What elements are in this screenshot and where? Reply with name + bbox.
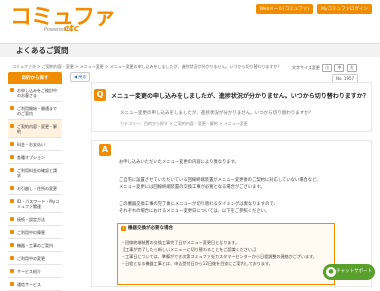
- bullet-icon: [10, 217, 14, 221]
- sidebar-item[interactable]: ご利用中の障害: [8, 226, 62, 239]
- sidebar-item[interactable]: ご利用開始・開通までのご案内: [8, 102, 62, 120]
- sidebar-title: 目的から探す: [8, 72, 62, 84]
- sidebar-item[interactable]: お申し込みをご検討中のお客さま: [8, 84, 62, 102]
- notice-line: 【工事が完了したら新しいメニューに切り替わることをご認識ください。】: [121, 247, 259, 252]
- bullet-icon: [10, 230, 14, 234]
- font-size-small-button[interactable]: 小: [322, 64, 333, 72]
- ctc-logo: ctc: [64, 24, 79, 34]
- sidebar-item[interactable]: サービス紹介: [8, 265, 62, 278]
- question-icon: Q: [94, 89, 106, 101]
- breadcrumb[interactable]: コミュファ光 > ご契約内容・変更 > メニュー変更 > メニュー変更の申し込み…: [12, 64, 281, 70]
- chat-bubble-icon: ●: [326, 267, 336, 277]
- bullet-icon: [10, 199, 14, 203]
- answer-line: ご自宅に設置させていただいている回線終端装置がメニュー変更後のご契約に対応してい…: [119, 178, 321, 183]
- sidebar-item[interactable]: ご利用中の変更: [8, 252, 62, 265]
- page-title: よくあるご質問: [16, 46, 69, 55]
- sidebar: 目的から探す お申し込みをご検討中のお客さま ご利用開始・開通までのご案内 ご契…: [8, 72, 62, 291]
- warning-icon: !: [121, 226, 126, 231]
- sidebar-item[interactable]: ご利用料金の確認と請求: [8, 164, 62, 182]
- bullet-icon: [10, 88, 14, 92]
- bullet-icon: [10, 106, 14, 110]
- notice-line: ・工事日については、準備ができ次第コミュファ光カスタマーセンターから日程調整の連…: [121, 254, 317, 259]
- sidebar-item[interactable]: ご契約内容・変更・解約: [8, 120, 62, 138]
- answer-line: この機器交換工事の完了後にメニューが切り替わるタイミングは異なりますので、: [119, 202, 278, 207]
- sidebar-item[interactable]: お引越し・住所の変更: [8, 182, 62, 195]
- bullet-icon: [10, 142, 14, 146]
- question-title: メニュー変更の申し込みをしましたが、進捗状況が分かりません。いつから切り替わりま…: [111, 93, 369, 100]
- font-size-large-button[interactable]: 大: [346, 64, 357, 72]
- back-button[interactable]: ◀ 戻る: [70, 72, 91, 82]
- bullet-icon: [10, 186, 14, 190]
- sidebar-item[interactable]: 機器・工事のご案内: [8, 239, 62, 252]
- webmail-link[interactable]: Webメール(コミュファ): [255, 4, 313, 14]
- bullet-icon: [10, 124, 14, 128]
- notice-line: ・日程となる機器工事とは、申込受付日から12日後を目安にご案内しております。: [121, 261, 273, 266]
- font-size-medium-button[interactable]: 中: [334, 64, 345, 72]
- bullet-icon: [10, 269, 14, 273]
- font-size-label: 文字サイズ変更: [292, 65, 320, 70]
- bullet-icon: [10, 168, 14, 172]
- answer-line: メニュー変更には回線終端装置の交換工事が必要となる場合がございます。: [119, 185, 265, 190]
- bullet-icon: [10, 155, 14, 159]
- sidebar-item[interactable]: 各種オプション: [8, 151, 62, 164]
- sidebar-item[interactable]: ID・パスワード・Myコミュファ関連: [8, 195, 62, 213]
- answer-line: お申し込みいただいたメニュー変更の内容により異なります。: [119, 160, 239, 165]
- header-links: Webメール(コミュファ) Myコミュファログイン: [255, 4, 372, 14]
- brand-logo[interactable]: コミュファ: [10, 7, 116, 29]
- question-category[interactable]: カテゴリー：目的から探す > ご契約内容・変更・解約 > メニュー変更: [120, 121, 248, 127]
- answer-icon: A: [99, 144, 111, 156]
- mycommufa-login-link[interactable]: Myコミュファログイン: [316, 4, 372, 14]
- bullet-icon: [10, 282, 14, 286]
- question-subtitle: メニュー変更の申し込みをしましたが、進捗状況が分かりません。いつから切り替わりま…: [120, 111, 314, 116]
- notice-heading: ! 機器交換が必要な場合: [121, 226, 173, 231]
- notice-line: ・回線終端装置の交換工事完了日がメニュー変更日となります。: [121, 240, 240, 245]
- sidebar-item[interactable]: 料金・お支払い: [8, 138, 62, 151]
- bullet-icon: [10, 256, 14, 260]
- bullet-icon: [10, 243, 14, 247]
- answer-line: それぞれの場合におけるメニュー変更日については、以下をご参照ください。: [119, 209, 270, 214]
- font-size-control: 文字サイズ変更 小 中 大: [292, 64, 357, 72]
- sidebar-item[interactable]: 接続・設定方法: [8, 213, 62, 226]
